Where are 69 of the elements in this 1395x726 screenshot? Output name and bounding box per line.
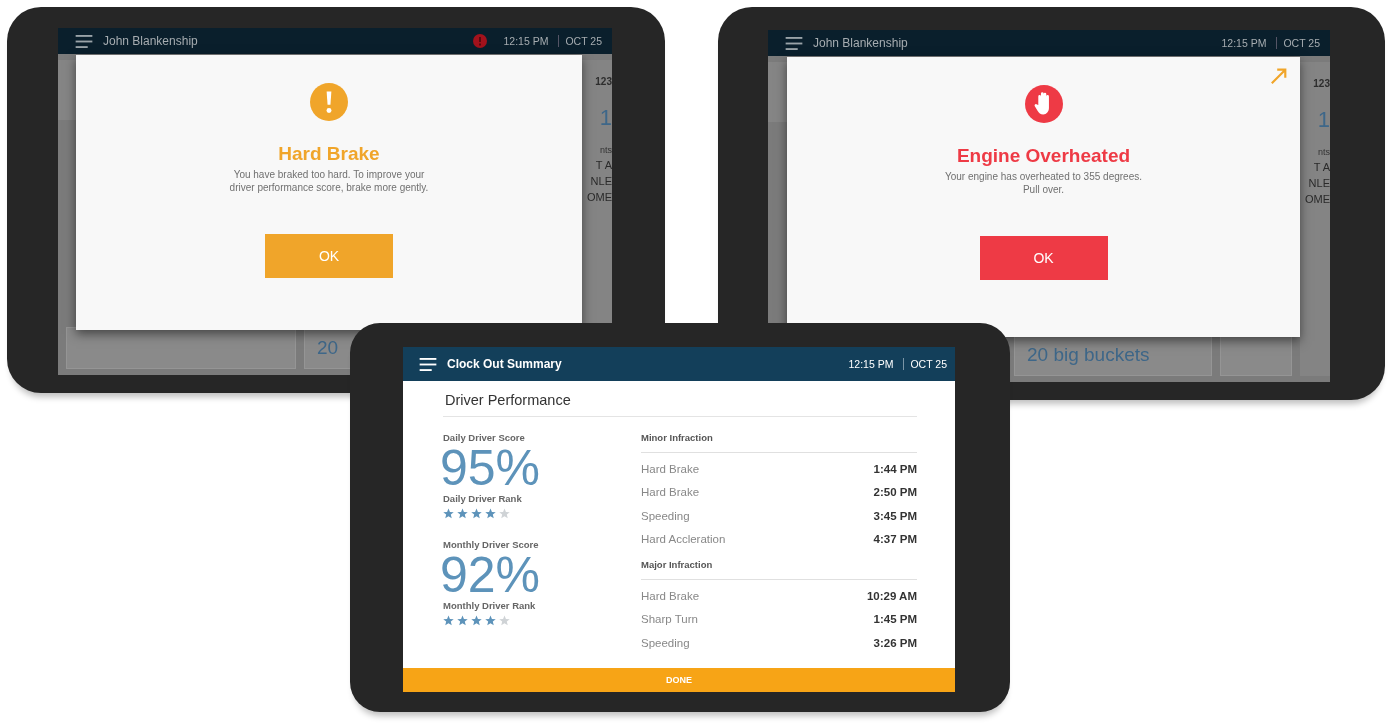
infraction-time: 1:44 PM [873, 462, 917, 475]
driver-name: John Blankenship [813, 36, 908, 50]
ok-button[interactable]: OK [265, 234, 393, 278]
infraction-name: Sharp Turn [641, 613, 698, 626]
score-label: Daily Driver Score [443, 432, 526, 443]
star-icon [499, 615, 510, 626]
infraction-time: 2:50 PM [873, 486, 917, 499]
infraction-name: Speeding [641, 636, 690, 649]
side-text: nts [1318, 147, 1330, 157]
header-date: OCT 25 [558, 35, 602, 47]
score-value: 92% [440, 552, 542, 598]
group-title: Minor Infraction [641, 432, 917, 453]
infraction-name: Hard Accleration [641, 533, 726, 546]
infraction-time: 4:37 PM [873, 533, 917, 546]
menu-icon[interactable] [785, 36, 803, 50]
side-number: 1 [599, 105, 612, 131]
ok-button[interactable]: OK [979, 236, 1108, 280]
card-background [1220, 334, 1292, 376]
header-time: 12:15 PM [1221, 37, 1267, 49]
menu-icon[interactable] [75, 34, 93, 48]
header-date: OCT 25 [1276, 37, 1320, 49]
star-icon [443, 508, 454, 519]
infraction-name: Speeding [641, 509, 690, 522]
side-text: OME [586, 191, 612, 203]
star-icon [457, 615, 468, 626]
infraction-time: 3:26 PM [873, 636, 917, 649]
side-text: NLE [590, 175, 612, 187]
infraction-time: 3:45 PM [873, 509, 917, 522]
star-icon [499, 508, 510, 519]
header-date: OCT 25 [903, 358, 947, 370]
score-label: Monthly Driver Score [443, 539, 540, 550]
header-time: 12:15 PM [503, 35, 549, 47]
header-time: 12:15 PM [848, 358, 894, 370]
menu-icon[interactable] [419, 357, 437, 371]
side-code: 123 [595, 76, 612, 87]
infraction-time: 1:45 PM [873, 613, 917, 626]
star-icon [485, 615, 496, 626]
card-text: 20 [317, 337, 339, 359]
side-code: 123 [1313, 78, 1330, 89]
star-icon [443, 615, 454, 626]
done-button[interactable]: DONE [403, 668, 955, 692]
side-number: 1 [1317, 107, 1330, 133]
infraction-name: Hard Brake [641, 589, 700, 602]
section-title: Driver Performance [443, 381, 917, 417]
star-icon [471, 615, 482, 626]
dialog-message: You have braked too hard. To improve your driver performance score, brake more gently. [228, 168, 430, 194]
rank-label: Monthly Driver Rank [443, 600, 537, 611]
infraction-name: Hard Brake [641, 486, 700, 499]
star-icon [471, 508, 482, 519]
card-text: 20 big buckets [1027, 344, 1150, 366]
side-text: NLE [1308, 177, 1330, 189]
dialog-title: Engine Overheated [956, 145, 1131, 167]
exclamation-icon [310, 83, 348, 121]
infraction-time: 10:29 AM [866, 589, 917, 602]
driver-name: John Blankenship [103, 34, 198, 48]
infraction-name: Hard Brake [641, 462, 700, 475]
hand-icon [1024, 85, 1063, 123]
side-text: T A [595, 159, 612, 171]
dialog-title: Hard Brake [278, 143, 380, 165]
side-text: OME [1304, 193, 1330, 205]
star-icon [485, 508, 496, 519]
side-text: nts [600, 145, 612, 155]
screen-title: Clock Out Summary [447, 357, 562, 371]
star-icon [457, 508, 468, 519]
dialog-message: Your engine has overheated to 355 degrees. Pull over. [944, 170, 1143, 196]
side-text: T A [1313, 161, 1330, 173]
rank-label: Daily Driver Rank [443, 493, 523, 504]
group-title: Major Infraction [641, 559, 917, 580]
score-value: 95% [440, 445, 542, 491]
